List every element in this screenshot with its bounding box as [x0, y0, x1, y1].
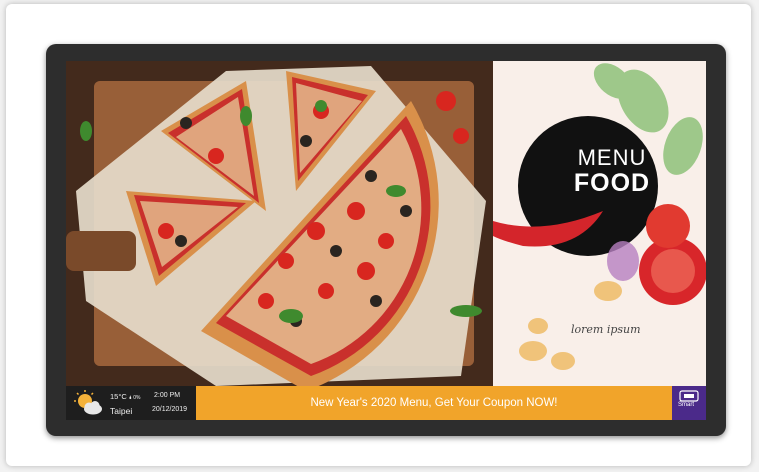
- brand-label: Smart: [678, 402, 695, 408]
- brand-logo: Smart: [672, 386, 706, 420]
- clock-time: 2:00 PM: [154, 392, 181, 399]
- smart-logo-icon: [679, 390, 699, 402]
- display-frame: MENU FOOD lorem ipsum 15°C 🌢 0% Taipei 2…: [6, 4, 751, 466]
- partly-cloudy-icon: [74, 390, 102, 415]
- menu-tagline: lorem ipsum: [571, 323, 641, 336]
- weather-widget: 15°C 🌢 0% Taipei 2:00 PM 20/12/2019: [66, 386, 196, 420]
- menu-title-line1: MENU: [577, 145, 647, 170]
- pizza-photo: [66, 61, 493, 386]
- city-name: Taipei: [110, 406, 133, 416]
- temperature-value: 15°C: [110, 392, 127, 401]
- bottom-info-bar: 15°C 🌢 0% Taipei 2:00 PM 20/12/2019 New …: [66, 386, 706, 420]
- tv-bezel: MENU FOOD lorem ipsum 15°C 🌢 0% Taipei 2…: [46, 44, 726, 436]
- precipitation: 🌢 0%: [128, 395, 141, 401]
- temperature: 15°C 🌢 0%: [110, 392, 140, 401]
- menu-title: MENU FOOD: [547, 147, 677, 196]
- ticker-message: New Year's 2020 Menu, Get Your Coupon NO…: [310, 397, 558, 409]
- signage-screen: MENU FOOD lorem ipsum 15°C 🌢 0% Taipei 2…: [66, 61, 706, 420]
- menu-art-panel: [493, 61, 706, 386]
- menu-title-line2: FOOD: [573, 169, 651, 197]
- promo-ticker: New Year's 2020 Menu, Get Your Coupon NO…: [196, 386, 672, 420]
- current-date: 20/12/2019: [152, 406, 188, 413]
